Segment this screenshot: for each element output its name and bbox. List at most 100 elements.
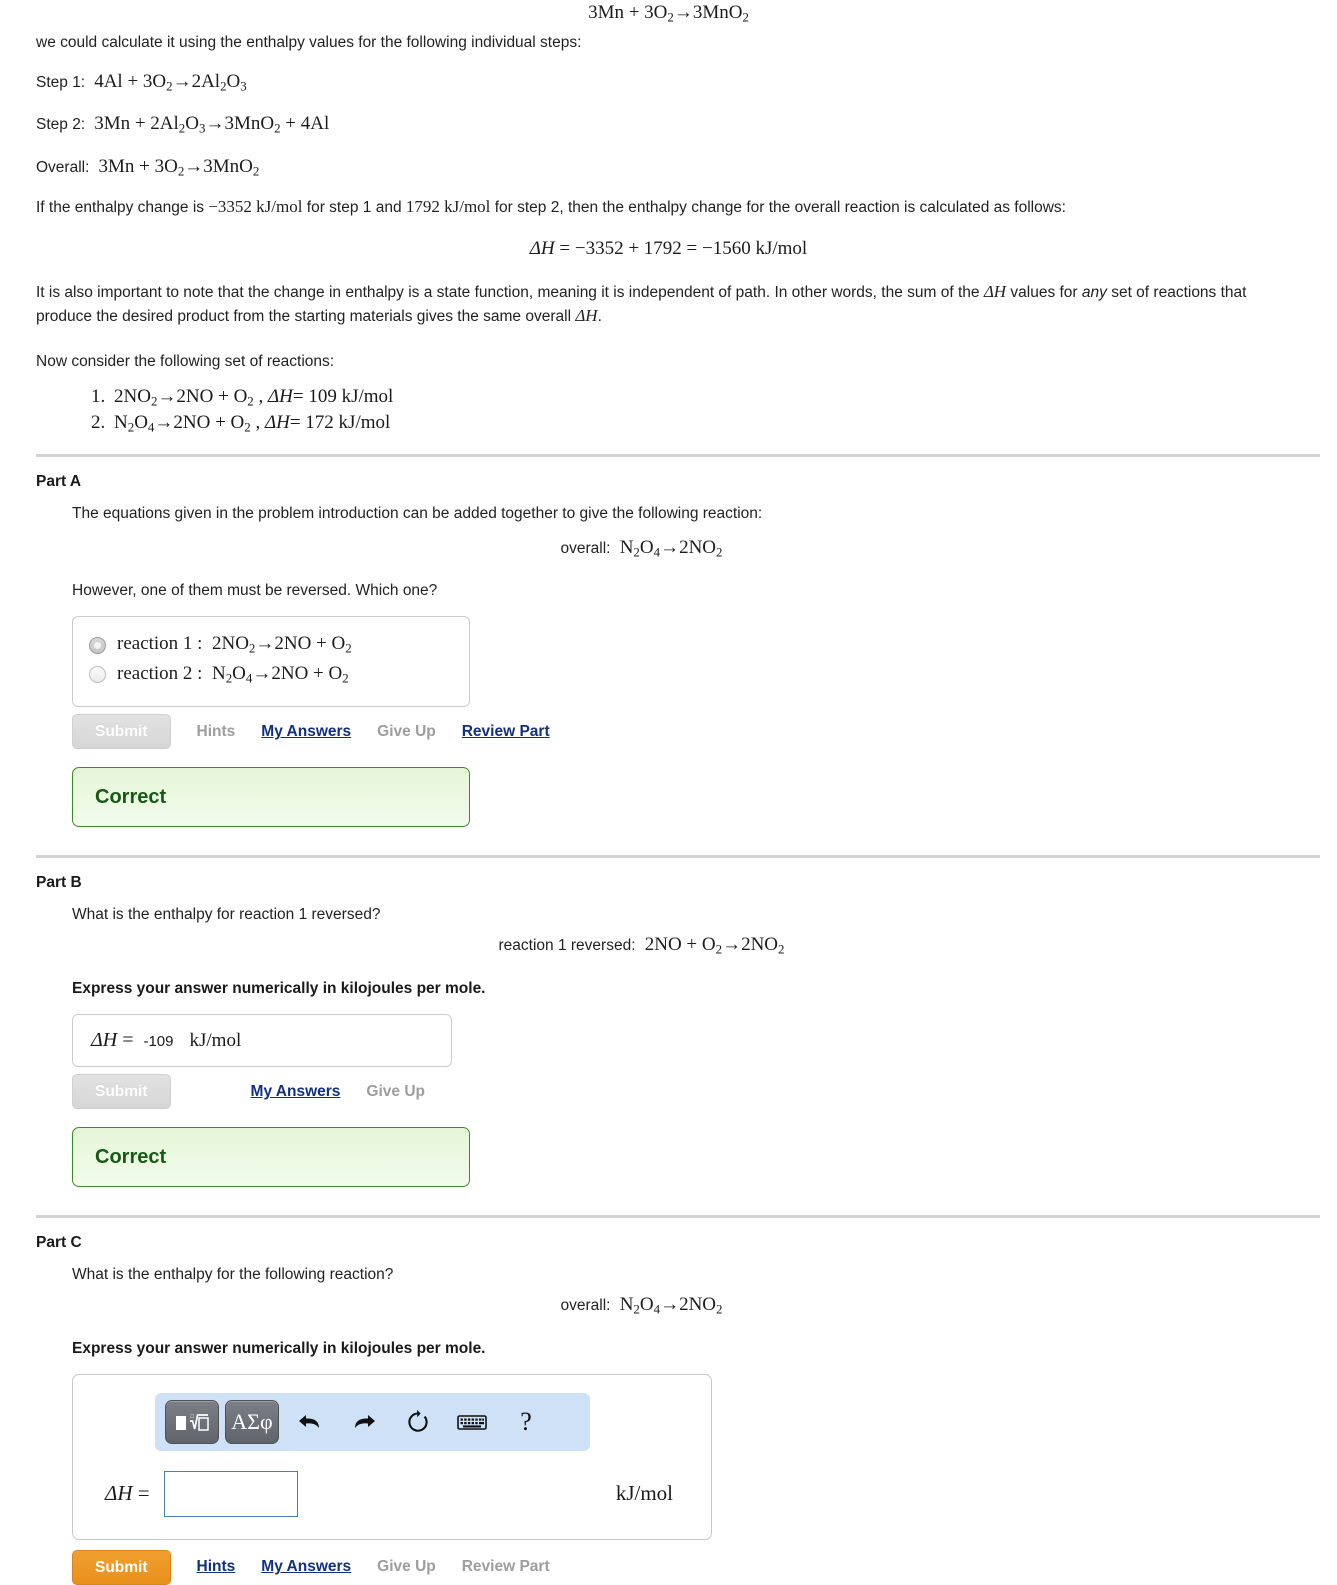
part-c-answer-unit: kJ/mol [615, 1481, 673, 1506]
intro-reaction-list: 2NO2→2NO + O2 , ΔH= 109 kJ/mol N2O4→2NO … [36, 384, 1301, 436]
math-toolbar: □ ΑΣφ ? [155, 1392, 590, 1451]
part-b-title: Part B [36, 874, 82, 892]
reset-icon[interactable] [395, 1400, 441, 1444]
keyboard-icon[interactable] [449, 1400, 495, 1444]
problem-introduction: 3Mn + 3O2→3MnO2 we could calculate it us… [0, 0, 1337, 436]
reaction-2-delta-h: , ΔH= 172 kJ/mol [255, 411, 391, 433]
undo-icon[interactable] [287, 1400, 333, 1444]
part-c-answer-label: ΔH = [105, 1481, 150, 1506]
part-b-answer-field[interactable]: ΔH = -109 kJ/mol [72, 1014, 452, 1068]
part-c-instruction: Express your answer numerically in kiloj… [72, 1339, 486, 1357]
reaction-2-equation: N2O4→2NO + O2 [114, 411, 251, 435]
part-a-feedback-banner: Correct [72, 767, 470, 828]
step1-label: Step 1: [36, 74, 86, 92]
choice-reaction-2[interactable]: reaction 2 : N2O4→2NO + O2 [89, 663, 453, 687]
part-c-question: What is the enthalpy for the following r… [72, 1266, 394, 1284]
enthalpy-sentence-b: for step 1 and [302, 199, 406, 217]
intro-top-equation: 3Mn + 3O2→3MnO2 [588, 2, 749, 25]
radio-reaction-1[interactable] [89, 636, 106, 654]
part-a-give-up-link[interactable]: Give Up [377, 723, 436, 741]
part-a-title: Part A [36, 472, 82, 490]
state-function-any: any [1081, 283, 1107, 301]
greek-symbols-label: ΑΣφ [231, 1408, 273, 1434]
part-b-give-up-link[interactable]: Give Up [366, 1083, 425, 1101]
intro-step2: Step 2: 3Mn + 2Al2O3→3MnO2 + 4Al [36, 110, 1301, 138]
part-c-submit-button[interactable]: Submit [72, 1549, 171, 1585]
part-c-equation: overall: N2O4→2NO2 [560, 1294, 723, 1317]
section-divider [36, 1215, 1320, 1219]
greek-symbols-icon[interactable]: ΑΣφ [225, 1399, 279, 1444]
state-function-dh-1: ΔH [983, 281, 1007, 301]
part-b-my-answers-link[interactable]: My Answers [251, 1083, 341, 1101]
svg-text:□: □ [191, 1414, 195, 1420]
part-c-answer-input[interactable] [163, 1470, 298, 1517]
section-divider [36, 453, 1320, 457]
intro-result-equation: ΔH = −3352 + 1792 = −1560 kJ/mol [529, 237, 808, 259]
part-b-feedback-banner: Correct [72, 1127, 470, 1188]
step2-equation: 3Mn + 2Al2O3→3MnO2 + 4Al [89, 113, 330, 137]
intro-step1: Step 1: 4Al + 3O2→2Al2O3 [36, 68, 1301, 96]
intro-enthalpy-sentence: If the enthalpy change is −3352 kJ/mol f… [36, 195, 1301, 220]
part-c-section: Part C What is the enthalpy for the foll… [0, 1234, 1337, 1585]
step2-label: Step 2: [36, 116, 86, 134]
part-a-hints-link[interactable]: Hints [197, 723, 236, 741]
state-function-d: . [597, 308, 602, 326]
choice-reaction-1-label: reaction 1 : 2NO2→2NO + O2 [117, 633, 352, 656]
part-c-review-part-link[interactable]: Review Part [462, 1558, 550, 1576]
part-a-submit-button[interactable]: Submit [72, 714, 171, 750]
part-b-instruction: Express your answer numerically in kiloj… [72, 980, 486, 998]
redo-icon[interactable] [341, 1400, 387, 1444]
part-b-answer-label: ΔH = [91, 1029, 134, 1052]
part-a-section: Part A The equations given in the proble… [0, 473, 1337, 828]
part-c-entry-row: ΔH = kJ/mol [73, 1470, 711, 1517]
problem-page: 3Mn + 3O2→3MnO2 we could calculate it us… [0, 0, 1337, 1585]
enthalpy-value-1: −3352 kJ/mol [208, 197, 303, 217]
part-c-hints-link[interactable]: Hints [197, 1558, 236, 1576]
part-a-follow-up: However, one of them must be reversed. W… [72, 582, 438, 600]
intro-now-consider: Now consider the following set of reacti… [36, 353, 335, 371]
part-c-equation-prefix: overall: [560, 1297, 611, 1315]
part-c-math-entry-widget[interactable]: □ ΑΣφ ? ΔH = kJ/mol [72, 1373, 712, 1540]
intro-state-function: It is also important to note that the ch… [36, 280, 1301, 329]
overall-equation: 3Mn + 3O2→3MnO2 [93, 155, 260, 179]
choice-reaction-2-label: reaction 2 : N2O4→2NO + O2 [117, 662, 349, 686]
enthalpy-sentence-a: If the enthalpy change is [36, 199, 209, 217]
reaction-1-equation: 2NO2→2NO + O2 [114, 385, 254, 409]
part-b-section: Part B What is the enthalpy for reaction… [0, 874, 1337, 1188]
part-a-equation: overall: N2O4→2NO2 [560, 536, 723, 560]
enthalpy-sentence-c: for step 2, then the enthalpy change for… [490, 199, 1066, 217]
part-a-review-part-link[interactable]: Review Part [462, 723, 550, 741]
math-template-icon[interactable]: □ [165, 1399, 219, 1444]
part-b-answer-unit: kJ/mol [189, 1030, 242, 1052]
step1-equation: 4Al + 3O2→2Al2O3 [89, 71, 247, 94]
part-b-submit-button[interactable]: Submit [72, 1074, 171, 1110]
part-b-equation-prefix: reaction 1 reversed: [498, 937, 636, 955]
intro-overall: Overall: 3Mn + 3O2→3MnO2 [36, 153, 1301, 181]
enthalpy-value-2: 1792 kJ/mol [405, 197, 491, 217]
part-b-actions: Submit My Answers Give Up [72, 1074, 1301, 1110]
radio-reaction-2[interactable] [89, 666, 106, 684]
intro-lead-text: we could calculate it using the enthalpy… [36, 33, 582, 51]
list-item: 2NO2→2NO + O2 , ΔH= 109 kJ/mol [110, 384, 1301, 410]
part-c-my-answers-link[interactable]: My Answers [261, 1558, 351, 1576]
choice-reaction-1[interactable]: reaction 1 : 2NO2→2NO + O2 [89, 633, 453, 657]
part-c-give-up-link[interactable]: Give Up [377, 1558, 436, 1576]
part-c-actions: Submit Hints My Answers Give Up Review P… [72, 1549, 1301, 1585]
state-function-b: values for [1006, 283, 1082, 301]
part-a-question: The equations given in the problem intro… [72, 504, 763, 522]
section-divider [36, 855, 1320, 859]
part-a-actions: Submit Hints My Answers Give Up Review P… [72, 714, 1301, 750]
part-b-question: What is the enthalpy for reaction 1 reve… [72, 906, 381, 924]
list-item: N2O4→2NO + O2 , ΔH= 172 kJ/mol [110, 410, 1301, 436]
overall-label: Overall: [36, 158, 90, 176]
part-a-equation-prefix: overall: [560, 539, 611, 557]
part-c-title: Part C [36, 1234, 82, 1252]
reaction-1-delta-h: , ΔH= 109 kJ/mol [258, 385, 394, 407]
part-a-my-answers-link[interactable]: My Answers [261, 723, 351, 741]
part-b-answer-value: -109 [143, 1033, 174, 1051]
state-function-a: It is also important to note that the ch… [36, 283, 984, 301]
part-b-equation: reaction 1 reversed: 2NO + O2→2NO2 [498, 934, 785, 958]
part-a-choice-group[interactable]: reaction 1 : 2NO2→2NO + O2 reaction 2 : … [72, 616, 470, 708]
help-icon[interactable]: ? [503, 1400, 549, 1444]
state-function-dh-2: ΔH [575, 306, 598, 326]
